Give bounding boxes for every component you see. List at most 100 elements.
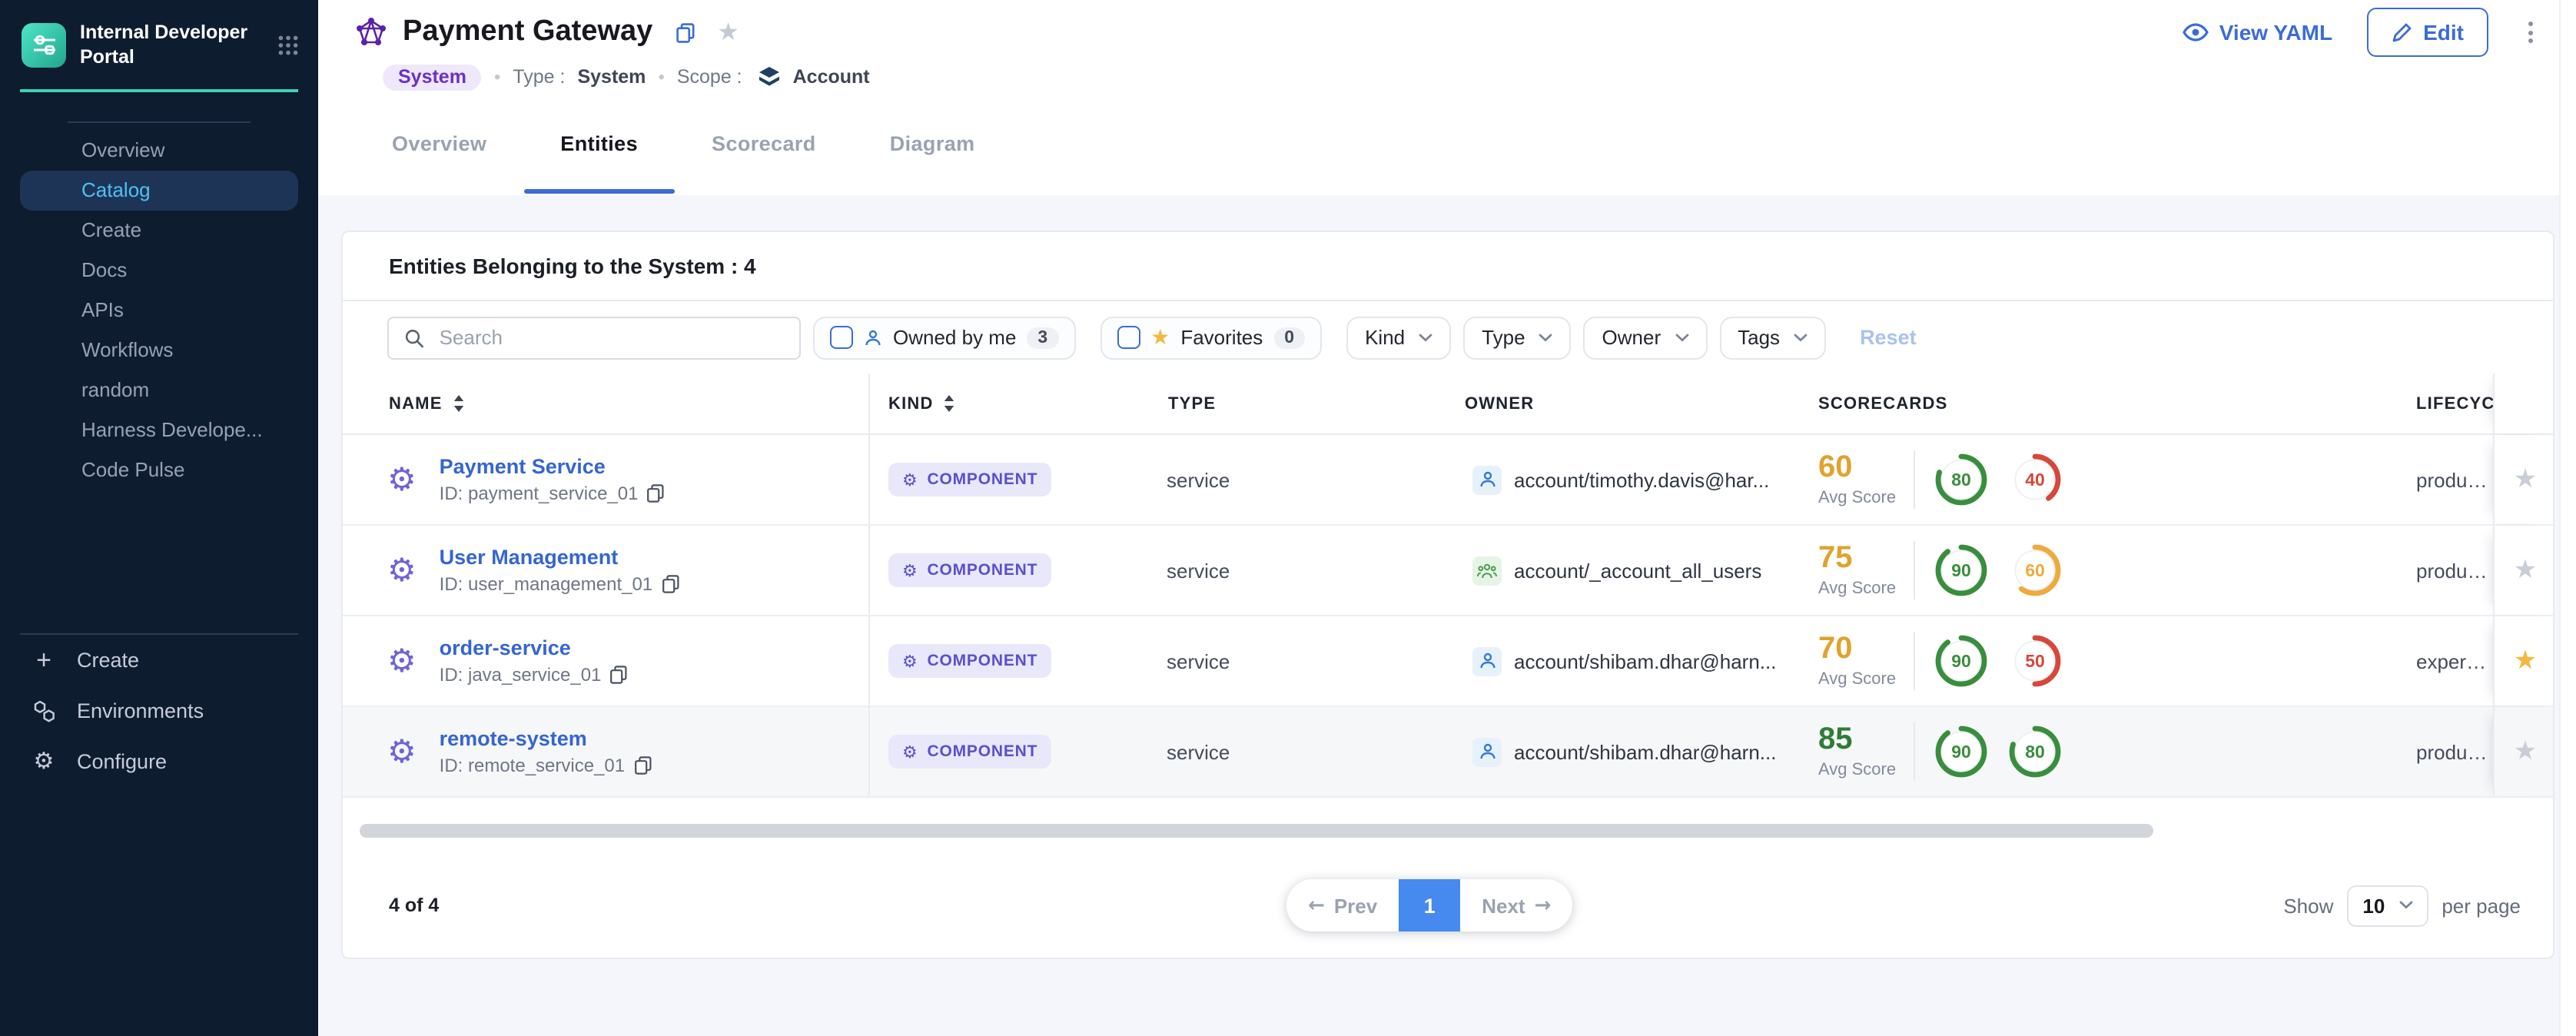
favorites-checkbox[interactable] — [1117, 326, 1140, 349]
avg-score-value: 75 — [1818, 543, 1914, 573]
copy-icon[interactable] — [634, 756, 651, 775]
sort-icon[interactable] — [453, 395, 464, 412]
svg-text:80: 80 — [2025, 742, 2045, 762]
entity-name-link[interactable]: remote-system — [440, 727, 651, 750]
score-gauge: 90 — [1935, 544, 1987, 596]
type-cell: service — [1167, 616, 1462, 706]
filter-dropdown[interactable]: Owner — [1584, 316, 1708, 359]
tab-bar: Overview Entities Scorecard Diagram — [355, 92, 2539, 195]
pagination: ← Prev 1 Next → — [1286, 879, 1572, 931]
score-gauge: 80 — [2009, 726, 2061, 778]
user-icon — [1478, 470, 1496, 489]
sidebar-nav-item[interactable]: Create — [20, 210, 298, 250]
entity-name-link[interactable]: User Management — [440, 546, 679, 569]
filter-dropdown[interactable]: Type — [1463, 316, 1571, 359]
search-input[interactable] — [437, 324, 784, 350]
favorite-star-icon[interactable]: ★ — [2514, 467, 2538, 493]
name-cell: ⚙ order-service ID: java_service_01 — [343, 616, 870, 706]
copy-icon[interactable] — [662, 575, 679, 593]
favorite-star-icon[interactable]: ★ — [2514, 557, 2538, 583]
title-row: Payment Gateway ★ View YAML Edit — [355, 9, 2539, 55]
favorites-filter[interactable]: ★ Favorites 0 — [1100, 316, 1322, 359]
favorite-cell[interactable]: ★ — [2493, 526, 2556, 615]
score-divider — [1914, 722, 1915, 781]
score-gauge: 50 — [2009, 635, 2061, 687]
tab[interactable]: Scorecard — [675, 92, 853, 195]
entity-id: ID: payment_service_01 — [440, 483, 665, 504]
column-header-kind[interactable]: KIND — [870, 374, 1167, 433]
component-gear-icon: ⚙ — [387, 735, 417, 768]
entity-name-link[interactable]: order-service — [440, 636, 628, 659]
scrollbar-gutter — [2559, 0, 2576, 1036]
column-header-type: TYPE — [1167, 374, 1462, 433]
score-divider — [1914, 450, 1915, 509]
column-header-name[interactable]: NAME — [343, 374, 870, 433]
score-gauge: 60 — [2009, 544, 2061, 596]
view-yaml-button[interactable]: View YAML — [2183, 20, 2332, 45]
apps-grid-icon[interactable] — [278, 35, 298, 55]
owned-by-me-count: 3 — [1027, 327, 1058, 348]
sidebar-nav-item[interactable]: APIs — [20, 290, 298, 330]
copy-icon[interactable] — [610, 666, 627, 684]
owned-by-me-filter[interactable]: Owned by me 3 — [813, 316, 1075, 359]
tab[interactable]: Diagram — [853, 92, 1012, 195]
sort-icon[interactable] — [944, 395, 955, 412]
copy-icon[interactable] — [676, 22, 694, 42]
sidebar-nav-item[interactable]: Workflows — [20, 330, 298, 370]
favorite-cell[interactable]: ★ — [2493, 435, 2556, 524]
sidebar-nav-item[interactable]: Code Pulse — [20, 450, 298, 490]
filter-dropdown[interactable]: Tags — [1719, 316, 1826, 359]
entity-name-link[interactable]: Payment Service — [440, 455, 665, 478]
chevron-down-icon — [1794, 333, 1808, 342]
sidebar: Internal Developer Portal Overview Catal… — [0, 0, 318, 1036]
copy-icon[interactable] — [647, 484, 664, 503]
sidebar-nav-item[interactable]: Catalog — [20, 170, 298, 210]
header-actions: View YAML Edit — [2183, 8, 2539, 57]
filter-dropdown[interactable]: Kind — [1346, 316, 1451, 359]
tab[interactable]: Overview — [355, 92, 523, 195]
kind-badge: ⚙COMPONENT — [888, 463, 1051, 496]
chevron-down-icon — [2398, 901, 2412, 910]
owned-by-me-checkbox[interactable] — [830, 326, 853, 349]
horizontal-scrollbar[interactable] — [360, 824, 2153, 838]
page-size-select[interactable]: 10 — [2347, 885, 2428, 926]
owner-cell: account/timothy.davis@har... — [1462, 435, 1815, 524]
edit-button[interactable]: Edit — [2366, 8, 2488, 57]
favorite-star-icon[interactable]: ★ — [2514, 648, 2538, 674]
reset-filters-button[interactable]: Reset — [1860, 326, 1917, 349]
dropdown-group: Kind Type Owner — [1346, 316, 1826, 359]
entities-card: Entities Belonging to the System : 4 Own… — [341, 231, 2554, 959]
favorite-cell[interactable]: ★ — [2493, 616, 2556, 706]
search-box[interactable] — [387, 316, 801, 359]
owner-name: account/shibam.dhar@harn... — [1514, 649, 1776, 672]
sidebar-item-create[interactable]: + Create — [0, 635, 318, 686]
sidebar-nav-item[interactable]: random — [20, 370, 298, 410]
user-icon — [1478, 742, 1496, 761]
owner-cell: account/shibam.dhar@harn... — [1462, 707, 1815, 796]
sidebar-item-environments[interactable]: Environments — [0, 686, 318, 736]
scorecards-cell: 85 Avg Score 90 80 — [1815, 707, 2416, 796]
sidebar-item-configure[interactable]: ⚙ Configure — [0, 736, 318, 787]
sidebar-nav-item[interactable]: Docs — [20, 250, 298, 290]
prev-page-button[interactable]: ← Prev — [1286, 879, 1399, 931]
chevron-down-icon — [1675, 333, 1688, 342]
dropdown-label: Owner — [1602, 326, 1661, 349]
sidebar-nav-item[interactable]: Harness Develope... — [20, 410, 298, 450]
favorite-cell[interactable]: ★ — [2493, 707, 2556, 796]
column-header-lifecycle: LIFECYCLE — [2416, 374, 2493, 433]
sidebar-nav-item[interactable]: Overview — [20, 130, 298, 170]
next-page-button[interactable]: Next → — [1460, 879, 1572, 931]
more-options-icon[interactable] — [2522, 15, 2539, 49]
table-row: ⚙ Payment Service ID: payment_service_01… — [343, 435, 2553, 526]
kind-badge: ⚙COMPONENT — [888, 553, 1051, 587]
page-number-button[interactable]: 1 — [1399, 879, 1460, 931]
search-icon — [404, 327, 424, 348]
favorite-star-icon[interactable]: ★ — [2514, 739, 2538, 765]
table-row: ⚙ order-service ID: java_service_01 ⚙COM… — [343, 616, 2553, 707]
favorite-star-icon[interactable]: ★ — [717, 20, 739, 45]
score-gauges: 90 80 — [1935, 726, 2061, 778]
tab[interactable]: Entities — [523, 92, 675, 195]
system-network-icon — [355, 17, 387, 48]
avg-score-label: Avg Score — [1818, 670, 1914, 689]
view-yaml-label: View YAML — [2219, 20, 2332, 45]
